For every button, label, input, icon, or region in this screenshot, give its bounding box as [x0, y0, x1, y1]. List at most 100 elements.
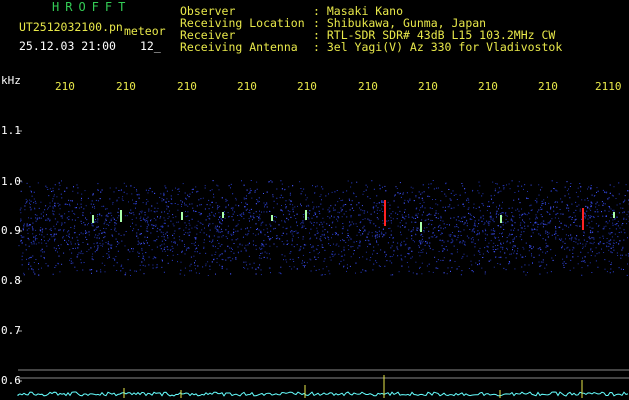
- noise-pixel: [290, 216, 292, 218]
- noise-pixel: [188, 220, 190, 222]
- noise-pixel: [529, 205, 531, 207]
- noise-pixel: [329, 245, 331, 246]
- noise-pixel: [356, 226, 358, 227]
- noise-pixel: [80, 259, 82, 261]
- noise-pixel: [450, 253, 452, 255]
- noise-pixel: [593, 237, 595, 239]
- noise-pixel: [78, 244, 80, 246]
- noise-pixel: [608, 206, 610, 207]
- noise-pixel: [467, 197, 469, 199]
- noise-pixel: [19, 209, 21, 211]
- noise-pixel: [266, 228, 268, 230]
- noise-pixel: [32, 255, 34, 257]
- noise-pixel: [495, 213, 497, 215]
- noise-pixel: [350, 246, 352, 248]
- noise-pixel: [38, 263, 39, 265]
- noise-pixel: [428, 271, 430, 273]
- noise-pixel: [240, 228, 242, 230]
- noise-pixel: [145, 189, 147, 191]
- noise-pixel: [120, 270, 122, 272]
- noise-pixel: [200, 204, 202, 206]
- noise-pixel: [63, 252, 65, 254]
- noise-pixel: [235, 230, 237, 232]
- noise-pixel: [530, 245, 532, 247]
- noise-pixel: [260, 274, 262, 276]
- noise-pixel: [351, 182, 353, 184]
- noise-pixel: [206, 204, 208, 206]
- noise-pixel: [109, 187, 111, 189]
- noise-pixel: [259, 255, 261, 256]
- noise-pixel: [602, 235, 604, 237]
- noise-pixel: [104, 232, 106, 234]
- noise-pixel: [150, 210, 152, 212]
- noise-pixel: [150, 219, 152, 221]
- noise-pixel: [549, 222, 551, 224]
- noise-pixel: [155, 240, 157, 242]
- noise-pixel: [518, 210, 520, 212]
- noise-pixel: [497, 192, 499, 194]
- noise-pixel: [270, 180, 272, 182]
- noise-pixel: [597, 190, 599, 192]
- noise-pixel: [595, 260, 597, 262]
- noise-pixel: [511, 224, 513, 226]
- noise-pixel: [424, 207, 426, 209]
- noise-pixel: [38, 242, 40, 244]
- noise-pixel: [606, 245, 607, 247]
- noise-pixel: [518, 190, 520, 192]
- noise-pixel: [269, 245, 271, 247]
- noise-pixel: [440, 217, 442, 219]
- noise-pixel: [26, 201, 28, 203]
- noise-pixel: [359, 230, 361, 231]
- noise-pixel: [250, 208, 252, 210]
- noise-pixel: [495, 237, 497, 239]
- noise-pixel: [495, 249, 497, 250]
- noise-pixel: [148, 210, 150, 212]
- noise-pixel: [303, 188, 305, 190]
- noise-pixel: [560, 198, 562, 200]
- noise-pixel: [46, 245, 48, 247]
- noise-pixel: [584, 261, 586, 263]
- noise-pixel: [257, 266, 259, 268]
- noise-pixel: [114, 259, 116, 261]
- noise-pixel: [524, 264, 526, 266]
- noise-pixel: [177, 204, 179, 205]
- noise-pixel: [147, 192, 149, 194]
- noise-pixel: [77, 254, 79, 256]
- noise-pixel: [168, 210, 170, 212]
- noise-pixel: [442, 220, 444, 222]
- noise-pixel: [412, 240, 414, 241]
- noise-pixel: [382, 211, 384, 212]
- noise-pixel: [59, 184, 61, 186]
- noise-pixel: [195, 186, 197, 188]
- noise-pixel: [484, 247, 486, 249]
- noise-pixel: [115, 223, 117, 225]
- noise-pixel: [617, 220, 619, 222]
- noise-pixel: [90, 203, 92, 205]
- noise-pixel: [299, 181, 301, 183]
- noise-pixel: [531, 253, 532, 255]
- noise-pixel: [102, 243, 104, 245]
- noise-pixel: [58, 247, 60, 249]
- noise-pixel: [479, 210, 481, 212]
- noise-pixel: [492, 229, 494, 231]
- noise-pixel: [282, 226, 284, 228]
- noise-pixel: [477, 250, 479, 252]
- noise-pixel: [212, 201, 213, 203]
- noise-pixel: [93, 203, 95, 205]
- noise-pixel: [430, 183, 432, 185]
- noise-pixel: [621, 224, 623, 226]
- noise-pixel: [373, 246, 375, 248]
- noise-pixel: [221, 244, 223, 246]
- noise-pixel: [284, 255, 286, 257]
- noise-pixel: [497, 263, 499, 264]
- noise-pixel: [154, 207, 156, 209]
- noise-pixel: [386, 220, 388, 222]
- noise-pixel: [185, 232, 187, 234]
- noise-pixel: [317, 257, 319, 258]
- noise-pixel: [459, 194, 461, 196]
- noise-pixel: [434, 227, 436, 229]
- noise-pixel: [57, 251, 58, 253]
- noise-pixel: [91, 269, 93, 271]
- noise-pixel: [496, 212, 498, 214]
- noise-pixel: [130, 185, 132, 187]
